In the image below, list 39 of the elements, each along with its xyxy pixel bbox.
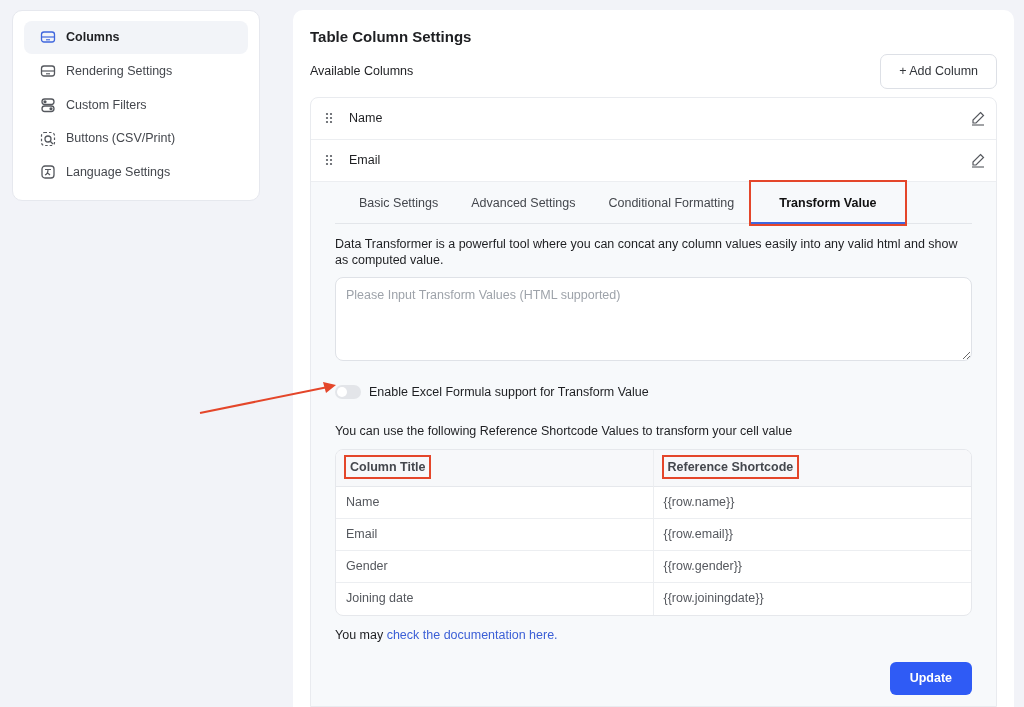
documentation-link[interactable]: check the documentation here.	[386, 627, 558, 642]
column-header: Reference Shortcode	[663, 457, 798, 478]
table-cell-text: {{row.joiningdate}}	[662, 590, 765, 608]
reference-intro-text: You can use the following Reference Shortcode Values to transform your cell value	[335, 422, 794, 440]
toggles-icon	[40, 96, 56, 113]
table-cell: Gender	[336, 550, 654, 583]
documentation-note: You may check the documentation here.	[335, 626, 559, 644]
table-cell: Email	[336, 518, 654, 551]
table-cell: Name	[336, 486, 654, 519]
card-icon	[40, 29, 56, 46]
search-icon	[40, 130, 56, 147]
sidebar-item[interactable]: Language Settings	[24, 156, 248, 189]
tab[interactable]: Basic Settings	[343, 181, 455, 223]
table-cell: {{row.gender}}	[653, 550, 971, 583]
table-cell: {{row.email}}	[653, 518, 971, 551]
transform-input-field[interactable]: Please Input Transform Values (HTML supported)	[335, 277, 972, 362]
sidebar-item[interactable]: Buttons (CSV/Print)	[24, 122, 248, 155]
column-name: Email	[349, 151, 382, 169]
sidebar-item[interactable]: Rendering Settings	[24, 54, 248, 88]
column-header: Column Title	[346, 457, 430, 478]
tab[interactable]: Transform Value	[751, 181, 905, 224]
tab[interactable]: Conditional Formatting	[592, 181, 751, 223]
toggle-switch[interactable]	[335, 385, 361, 400]
pencil-icon[interactable]	[970, 152, 986, 169]
panel-title: Table Column Settings	[310, 28, 473, 46]
pencil-icon[interactable]	[970, 110, 986, 127]
column-name: Name	[349, 109, 384, 127]
add-column-button[interactable]: + Add Column	[880, 54, 997, 89]
table-cell: {{row.name}}	[653, 486, 971, 519]
table-cell: Joining date	[336, 582, 654, 615]
sidebar-item[interactable]: Custom Filters	[24, 88, 248, 122]
sidebar-item[interactable]: Columns	[24, 21, 248, 54]
card-icon	[40, 63, 56, 80]
section-label: Available Columns	[310, 63, 414, 80]
translate-icon	[40, 164, 56, 181]
toggle-label: Enable Excel Formula support for Transform Value	[369, 384, 649, 401]
update-button[interactable]: Update	[889, 662, 972, 695]
tab[interactable]: Advanced Settings	[455, 181, 592, 223]
description-text: Data Transformer is a powerful tool where you can concat any column values easily into any valid html and show as computed value.	[335, 235, 959, 270]
